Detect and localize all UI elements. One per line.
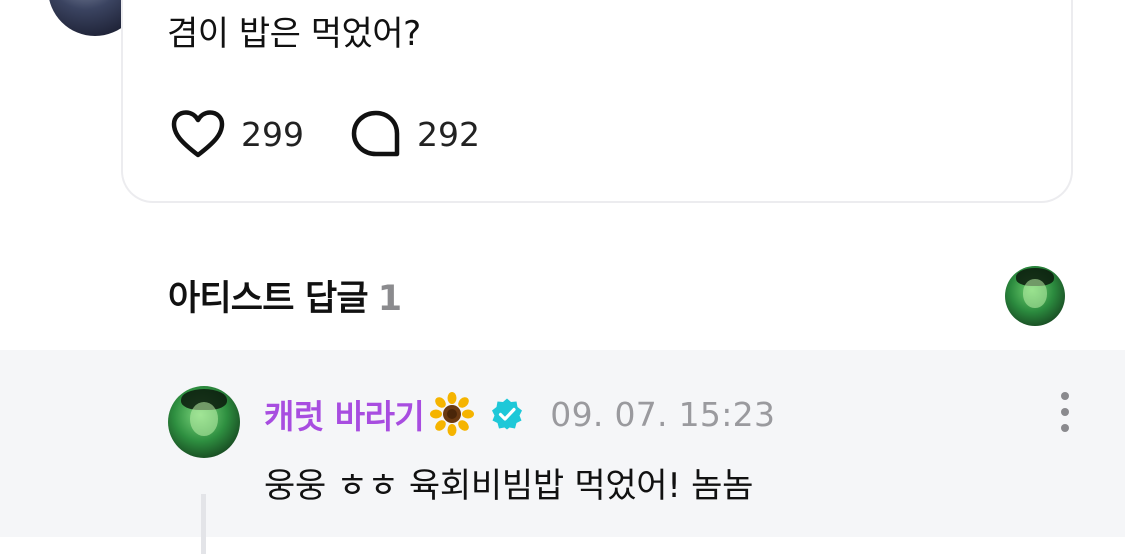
- more-options-button[interactable]: [1055, 392, 1075, 432]
- like-count: 299: [241, 114, 304, 154]
- sunflower-icon: [430, 392, 475, 436]
- reply-author-name[interactable]: 캐럿 바라기: [264, 390, 425, 438]
- avatar-face: [1023, 279, 1047, 308]
- reply-meta: 캐럿 바라기 09. 07. 15:23: [264, 390, 775, 438]
- post-text: 겸이 밥은 먹었어?: [167, 14, 421, 54]
- comment-button[interactable]: 292: [351, 110, 480, 158]
- artist-replies-header: 아티스트 답글 1: [168, 270, 402, 321]
- artist-replies-title: 아티스트 답글: [168, 279, 369, 319]
- reply-text: 웅웅 ㅎㅎ 육회비빔밥 먹었어! 놈놈: [264, 466, 754, 506]
- more-dot: [1061, 424, 1069, 432]
- avatar-face: [189, 401, 219, 437]
- artist-reply: 캐럿 바라기 09. 07. 15:23 웅웅 ㅎㅎ 육회비빔밥 먹었어! 놈놈: [0, 350, 1125, 554]
- comment-bubble-icon: [351, 110, 400, 157]
- comment-count: 292: [417, 114, 480, 154]
- post-card: 겸이 밥은 먹었어? 299 292: [121, 0, 1073, 203]
- reply-timestamp: 09. 07. 15:23: [550, 394, 776, 434]
- reply-author-avatar[interactable]: [168, 386, 240, 458]
- artist-avatar[interactable]: [1005, 266, 1065, 326]
- verified-badge-icon: [492, 398, 523, 430]
- like-button[interactable]: 299: [171, 110, 304, 158]
- more-vertical-icon: [1061, 392, 1069, 400]
- artist-replies-count: 1: [377, 279, 402, 319]
- thread-line: [201, 494, 206, 554]
- heart-icon: [171, 110, 225, 158]
- more-dot: [1061, 408, 1069, 416]
